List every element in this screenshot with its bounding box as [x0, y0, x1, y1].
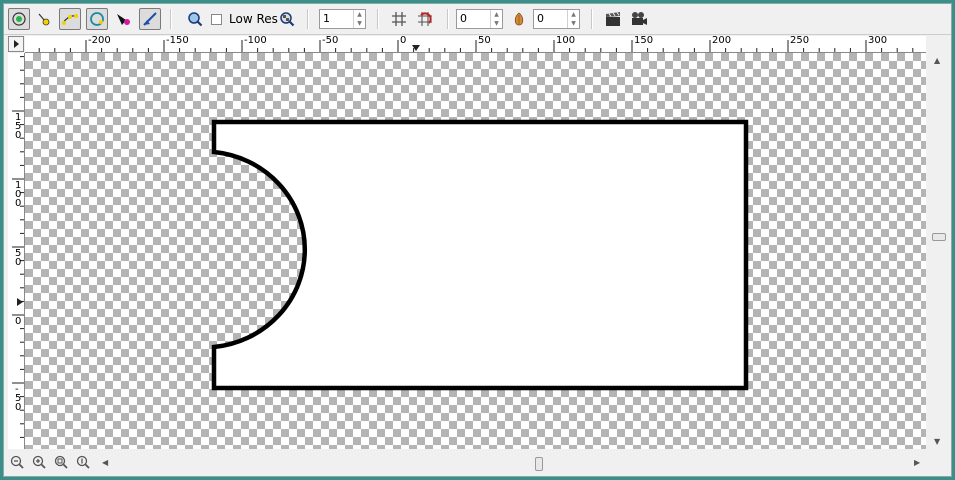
- onion-skin-button[interactable]: [508, 8, 530, 30]
- zoom-fit-button[interactable]: [54, 455, 70, 471]
- ruler-label: 50: [478, 36, 491, 46]
- zoom-fit-icon: [54, 455, 68, 469]
- horizontal-ruler[interactable]: -200 -150 -100 -50 0 50 100 150 200 250 300: [25, 36, 926, 53]
- preview-button[interactable]: [628, 8, 650, 30]
- onion-future-spinner[interactable]: 0 ▲ ▼: [533, 9, 580, 29]
- zoom-100-button[interactable]: [76, 455, 92, 471]
- ruler-menu-button[interactable]: [8, 36, 24, 52]
- work-area-canvas[interactable]: [25, 53, 926, 449]
- vertical-ruler[interactable]: 150 100 50 0 -50: [8, 53, 25, 449]
- ruler-label: -200: [88, 36, 111, 46]
- spline-tool-button[interactable]: [59, 8, 81, 30]
- toolbar: Low Res 1 ▲ ▼ 0 ▲ ▼ 0 ▲ ▼: [4, 4, 951, 35]
- past-keyframes-value[interactable]: 1: [320, 10, 353, 28]
- ruler-label: 0: [400, 36, 407, 46]
- low-res-checkbox[interactable]: [211, 14, 222, 25]
- scroll-up-arrow[interactable]: ▲: [934, 56, 940, 65]
- circle-tool-icon: [90, 12, 104, 26]
- canvas-drawing: [211, 119, 749, 391]
- background-rendering-button[interactable]: [276, 8, 298, 30]
- canvas-window: Low Res 1 ▲ ▼ 0 ▲ ▼ 0 ▲ ▼ -200 -150 -100…: [3, 3, 952, 477]
- transform-tool-button[interactable]: [8, 8, 30, 30]
- transform-tool-icon: [12, 12, 26, 26]
- scroll-left-arrow[interactable]: ◀: [102, 458, 108, 467]
- ruler-label: 250: [790, 36, 810, 46]
- zoom-in-button[interactable]: [32, 455, 48, 471]
- onion-past-spinner[interactable]: 0 ▲ ▼: [456, 9, 503, 29]
- toolbar-separator: [377, 9, 379, 29]
- menu-arrow-icon: [14, 40, 19, 48]
- ruler-label: 50: [15, 248, 22, 268]
- smooth-move-tool-icon: [38, 13, 50, 26]
- draw-tool-icon: [143, 12, 157, 26]
- show-grid-button[interactable]: [388, 8, 410, 30]
- scroll-right-arrow[interactable]: ▶: [914, 458, 920, 467]
- toolbar-separator: [591, 9, 593, 29]
- toolbar-separator: [170, 9, 172, 29]
- spin-up-arrow[interactable]: ▲: [354, 10, 365, 19]
- zoom-in-icon: [32, 455, 46, 469]
- spin-down-arrow[interactable]: ▼: [491, 19, 502, 28]
- ruler-label: -50: [15, 384, 22, 413]
- ruler-label: 200: [712, 36, 732, 46]
- spin-down-arrow[interactable]: ▼: [354, 19, 365, 28]
- movie-camera-icon: [632, 12, 647, 25]
- magnify-preview-icon: [188, 12, 203, 27]
- spin-down-arrow[interactable]: ▼: [568, 19, 579, 28]
- smooth-move-tool-button[interactable]: [33, 8, 55, 30]
- zoom-100-icon: [76, 455, 90, 469]
- vertical-scroll-thumb[interactable]: [932, 233, 946, 241]
- horizontal-scroll-thumb[interactable]: [535, 457, 543, 471]
- fill-tool-button[interactable]: [112, 8, 134, 30]
- ruler-label: 0: [15, 316, 22, 327]
- ruler-label: 150: [634, 36, 654, 46]
- snap-to-grid-button[interactable]: [414, 8, 436, 30]
- past-keyframes-spinner[interactable]: 1 ▲ ▼: [319, 9, 366, 29]
- ruler-label: 150: [15, 112, 22, 141]
- draw-tool-button[interactable]: [139, 8, 161, 30]
- rectangle-with-cutout-shape[interactable]: [211, 119, 749, 391]
- spin-up-arrow[interactable]: ▲: [491, 10, 502, 19]
- clapperboard-icon: [606, 12, 620, 26]
- circle-tool-button[interactable]: [86, 8, 108, 30]
- vertical-scrollbar[interactable]: ▲ ▼: [929, 53, 947, 449]
- ruler-position-marker-icon: [17, 298, 23, 306]
- render-button[interactable]: [602, 8, 624, 30]
- toolbar-separator: [307, 9, 309, 29]
- grid-icon: [392, 12, 406, 26]
- ruler-label: 100: [15, 180, 22, 209]
- checker-magnify-icon: [280, 12, 295, 27]
- low-res-label: Low Res: [229, 12, 278, 26]
- ruler-position-marker-icon: [412, 45, 420, 51]
- spline-tool-icon: [62, 14, 78, 25]
- ruler-label: -100: [244, 36, 267, 46]
- onion-icon: [514, 12, 524, 26]
- onion-future-value[interactable]: 0: [534, 10, 567, 28]
- snap-grid-icon: [418, 12, 432, 26]
- scroll-down-arrow[interactable]: ▼: [934, 437, 940, 446]
- ruler-label: 100: [556, 36, 576, 46]
- onion-past-value[interactable]: 0: [457, 10, 490, 28]
- bottom-bar: ◀ ▶: [4, 452, 951, 474]
- ruler-label: -150: [166, 36, 189, 46]
- zoom-out-button[interactable]: [10, 455, 26, 471]
- ruler-label: -50: [322, 36, 339, 46]
- zoom-out-icon: [10, 455, 24, 469]
- toolbar-separator: [447, 9, 449, 29]
- ruler-label: 300: [868, 36, 888, 46]
- render-preview-button[interactable]: [184, 8, 206, 30]
- spin-up-arrow[interactable]: ▲: [568, 10, 579, 19]
- fill-tool-icon: [117, 14, 130, 25]
